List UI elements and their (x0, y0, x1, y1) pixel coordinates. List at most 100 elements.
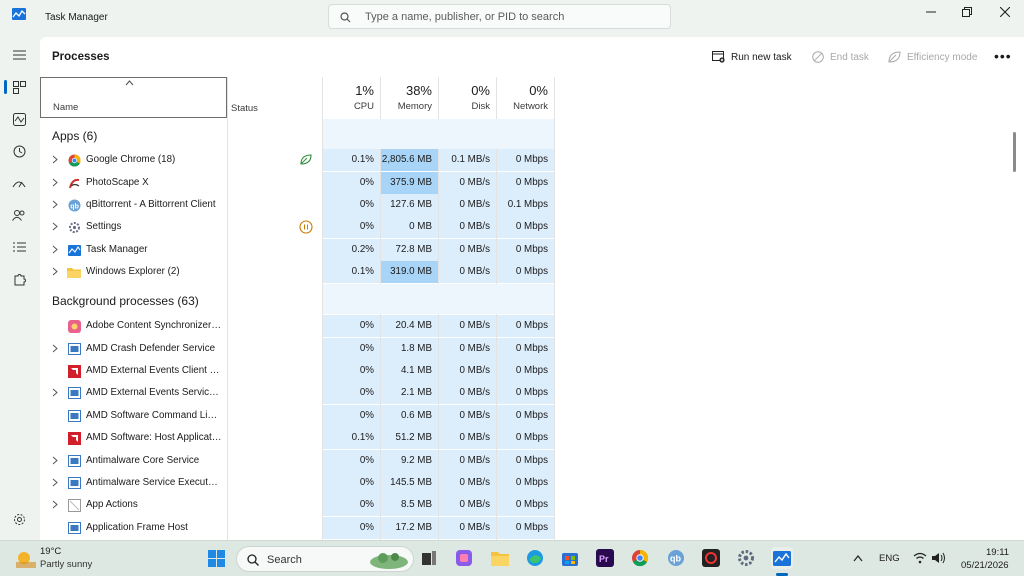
table-row[interactable]: Antimalware Core Service 0% 9.2 MB 0 MB/… (40, 450, 554, 472)
process-name: App Actions (86, 499, 138, 510)
store-bag-icon (562, 553, 578, 566)
qbittorrent-icon: qb (668, 550, 684, 566)
group-band (323, 284, 554, 314)
end-task-button[interactable]: End task (812, 49, 869, 65)
table-row[interactable]: AMD Software: Host Applicati... 0.1% 51.… (40, 427, 554, 449)
hamburger-icon (12, 50, 26, 60)
disk-column-header[interactable]: 0% Disk (439, 77, 496, 118)
weather-temperature[interactable]: 19°C (40, 546, 61, 557)
memory-cell: 51.2 MB (381, 427, 438, 449)
memory-cell: 2,805.6 MB (381, 149, 438, 171)
photoscape-button[interactable] (700, 547, 722, 569)
input-language[interactable]: ENG (879, 553, 900, 564)
service-window-icon (67, 476, 81, 490)
hamburger-menu-button[interactable] (8, 44, 30, 66)
taskbar-search-label: Search (267, 554, 302, 566)
table-row[interactable]: PhotoScape X 0% 375.9 MB 0 MB/s 0 Mbps (40, 172, 554, 194)
process-name: Settings (86, 221, 122, 232)
expand-chevron-icon (52, 245, 58, 254)
nav-app-history[interactable] (8, 140, 30, 162)
task-manager-logo-icon (12, 8, 26, 20)
network-cell: 0.1 Mbps (497, 194, 554, 216)
table-row[interactable]: Task Manager 0.2% 72.8 MB 0 MB/s 0 Mbps (40, 239, 554, 261)
copilot-button[interactable] (453, 547, 475, 569)
task-manager-button[interactable] (771, 547, 793, 569)
taskbar: 19°C Partly sunny Search Pr qb ENG 19:11… (0, 540, 1024, 576)
network-header-label: Network (513, 101, 548, 112)
network-column-header[interactable]: 0% Network (497, 77, 554, 118)
disk-cell: 0 MB/s (439, 194, 496, 216)
status-column-header[interactable]: Status (227, 77, 323, 118)
file-explorer-button[interactable] (489, 547, 511, 569)
name-column-header[interactable]: Name (40, 77, 227, 118)
network-cell: 0 Mbps (497, 494, 554, 516)
table-row[interactable]: Settings 0% 0 MB 0 MB/s 0 Mbps (40, 216, 554, 238)
table-row[interactable]: qb qBittorrent - A Bittorrent Client 0% … (40, 194, 554, 216)
memory-cell: 127.6 MB (381, 194, 438, 216)
nav-services[interactable] (8, 268, 30, 290)
sort-up-chevron-icon (125, 80, 134, 86)
nav-startup-apps[interactable] (8, 172, 30, 194)
taskbar-search[interactable]: Search (236, 546, 414, 572)
apps-group-title: Apps (6) (52, 129, 98, 143)
nav-settings[interactable] (8, 508, 30, 530)
table-row[interactable]: Adobe Content Synchronizer (... 0% 20.4 … (40, 315, 554, 337)
network-cell: 0 Mbps (497, 172, 554, 194)
restore-button[interactable] (948, 0, 986, 24)
table-row[interactable]: AMD Crash Defender Service 0% 1.8 MB 0 M… (40, 338, 554, 360)
volume-icon[interactable] (932, 552, 946, 564)
edge-button[interactable] (524, 547, 546, 569)
efficiency-mode-button[interactable]: Efficiency mode (888, 49, 977, 65)
wifi-icon[interactable] (913, 552, 927, 564)
nav-details[interactable] (8, 236, 30, 258)
svg-text:qb: qb (70, 203, 79, 210)
cpu-cell: 0% (323, 494, 380, 516)
weather-description[interactable]: Partly sunny (40, 559, 92, 570)
nav-active-indicator (4, 80, 7, 94)
table-row[interactable]: AMD Software Command Line... 0% 0.6 MB 0… (40, 405, 554, 427)
network-cell: 0 Mbps (497, 315, 554, 337)
start-button[interactable] (205, 547, 227, 569)
clock-time[interactable]: 19:11 (986, 547, 1009, 558)
table-row[interactable]: AMD External Events Service ... 0% 2.1 M… (40, 382, 554, 404)
run-new-task-button[interactable]: Run new task (712, 49, 792, 65)
process-name: AMD External Events Service ... (86, 387, 222, 398)
task-view-button[interactable] (418, 547, 440, 569)
folder-icon (491, 551, 509, 566)
table-row[interactable]: AMD External Events Client M... 0% 4.1 M… (40, 360, 554, 382)
end-task-label: End task (830, 51, 869, 63)
minimize-button[interactable] (912, 0, 950, 24)
table-row[interactable]: Antimalware Service Executable 0% 145.5 … (40, 472, 554, 494)
more-options-button[interactable]: ••• (994, 48, 1012, 64)
nav-performance[interactable] (8, 108, 30, 130)
memory-column-header[interactable]: 38% Memory (381, 77, 438, 118)
minimize-icon (926, 11, 936, 13)
nav-processes[interactable] (8, 76, 30, 98)
premiere-pro-button[interactable]: Pr (594, 547, 616, 569)
weather-sun-icon[interactable] (14, 548, 36, 568)
settings-button[interactable] (735, 547, 757, 569)
process-search-box[interactable] (328, 4, 671, 29)
chrome-button[interactable] (629, 547, 651, 569)
store-button[interactable] (559, 547, 581, 569)
table-row[interactable]: Windows Explorer (2) 0.1% 319.0 MB 0 MB/… (40, 261, 554, 283)
memory-total-percent: 38% (405, 83, 432, 98)
qbittorrent-button[interactable]: qb (665, 547, 687, 569)
table-row[interactable]: Application Frame Host 0% 17.2 MB 0 MB/s… (40, 517, 554, 539)
column-divider (554, 77, 555, 540)
nav-users[interactable] (8, 204, 30, 226)
table-row[interactable]: Google Chrome (18) 0.1% 2,805.6 MB 0.1 M… (40, 149, 554, 171)
chevron-up-icon[interactable] (853, 555, 863, 562)
table-row[interactable]: App Actions 0% 8.5 MB 0 MB/s 0 Mbps (40, 494, 554, 516)
cpu-column-header[interactable]: 1% CPU (323, 77, 380, 118)
close-button[interactable] (986, 0, 1024, 24)
svg-text:qb: qb (670, 554, 681, 564)
network-cell: 0 Mbps (497, 216, 554, 238)
vertical-scrollbar-thumb[interactable] (1013, 132, 1016, 172)
process-name: Antimalware Core Service (86, 455, 200, 466)
network-cell: 0 Mbps (497, 405, 554, 427)
disk-cell: 0 MB/s (439, 494, 496, 516)
clock-date[interactable]: 05/21/2026 (961, 560, 1009, 571)
memory-cell: 8.5 MB (381, 494, 438, 516)
search-input[interactable] (365, 9, 665, 25)
